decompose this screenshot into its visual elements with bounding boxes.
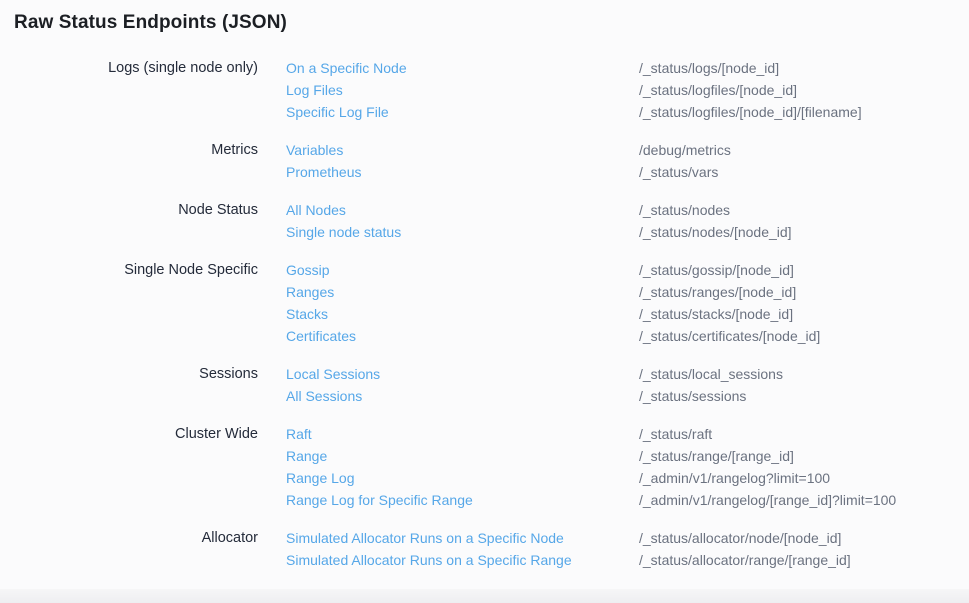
endpoint-path: /_status/ranges/[node_id]	[639, 281, 969, 303]
endpoint-row: Range Log/_admin/v1/rangelog?limit=100	[286, 467, 969, 489]
endpoint-link[interactable]: Raft	[286, 423, 639, 445]
endpoint-group: Node Status All Nodes/_status/nodesSingl…	[0, 199, 969, 243]
entry-list: Local Sessions/_status/local_sessionsAll…	[286, 363, 969, 407]
endpoint-group: Cluster Wide Raft/_status/raftRange/_sta…	[0, 423, 969, 511]
endpoint-row: Single node status/_status/nodes/[node_i…	[286, 221, 969, 243]
endpoint-groups: Logs (single node only) On a Specific No…	[0, 57, 969, 587]
endpoint-path: /_status/certificates/[node_id]	[639, 325, 969, 347]
endpoint-path: /_status/sessions	[639, 385, 969, 407]
endpoint-link[interactable]: Certificates	[286, 325, 639, 347]
endpoint-path: /_status/logs/[node_id]	[639, 57, 969, 79]
category-label: Sessions	[0, 363, 258, 407]
endpoint-group: Metrics Variables/debug/metricsPrometheu…	[0, 139, 969, 183]
entry-list: Gossip/_status/gossip/[node_id]Ranges/_s…	[286, 259, 969, 347]
endpoint-path: /_admin/v1/rangelog?limit=100	[639, 467, 969, 489]
endpoint-path: /debug/metrics	[639, 139, 969, 161]
endpoint-link[interactable]: Range Log for Specific Range	[286, 489, 639, 511]
endpoint-row: Variables/debug/metrics	[286, 139, 969, 161]
endpoint-row: Raft/_status/raft	[286, 423, 969, 445]
entry-list: Simulated Allocator Runs on a Specific N…	[286, 527, 969, 571]
endpoint-path: /_admin/v1/rangelog/[range_id]?limit=100	[639, 489, 969, 511]
endpoint-row: Range Log for Specific Range/_admin/v1/r…	[286, 489, 969, 511]
endpoint-row: Gossip/_status/gossip/[node_id]	[286, 259, 969, 281]
endpoint-link[interactable]: Local Sessions	[286, 363, 639, 385]
endpoint-path: /_status/local_sessions	[639, 363, 969, 385]
endpoint-link[interactable]: Range Log	[286, 467, 639, 489]
endpoint-link[interactable]: On a Specific Node	[286, 57, 639, 79]
category-label: Allocator	[0, 527, 258, 571]
endpoint-path: /_status/allocator/range/[range_id]	[639, 549, 969, 571]
endpoint-path: /_status/range/[range_id]	[639, 445, 969, 467]
endpoint-row: All Nodes/_status/nodes	[286, 199, 969, 221]
endpoint-row: Local Sessions/_status/local_sessions	[286, 363, 969, 385]
endpoint-path: /_status/allocator/node/[node_id]	[639, 527, 969, 549]
category-label: Logs (single node only)	[0, 57, 258, 123]
endpoint-link[interactable]: Single node status	[286, 221, 639, 243]
endpoint-link[interactable]: Prometheus	[286, 161, 639, 183]
endpoint-row: Stacks/_status/stacks/[node_id]	[286, 303, 969, 325]
endpoint-link[interactable]: Simulated Allocator Runs on a Specific N…	[286, 527, 639, 549]
category-label: Cluster Wide	[0, 423, 258, 511]
endpoint-link[interactable]: Range	[286, 445, 639, 467]
entry-list: Variables/debug/metricsPrometheus/_statu…	[286, 139, 969, 183]
endpoint-path: /_status/raft	[639, 423, 969, 445]
endpoint-path: /_status/stacks/[node_id]	[639, 303, 969, 325]
category-label: Single Node Specific	[0, 259, 258, 347]
endpoint-path: /_status/nodes	[639, 199, 969, 221]
endpoint-row: Prometheus/_status/vars	[286, 161, 969, 183]
endpoint-link[interactable]: Variables	[286, 139, 639, 161]
endpoint-path: /_status/vars	[639, 161, 969, 183]
entry-list: All Nodes/_status/nodesSingle node statu…	[286, 199, 969, 243]
endpoint-group: Allocator Simulated Allocator Runs on a …	[0, 527, 969, 571]
endpoint-row: All Sessions/_status/sessions	[286, 385, 969, 407]
category-label: Metrics	[0, 139, 258, 183]
endpoint-row: Simulated Allocator Runs on a Specific N…	[286, 527, 969, 549]
endpoint-link[interactable]: Specific Log File	[286, 101, 639, 123]
entry-list: Raft/_status/raftRange/_status/range/[ra…	[286, 423, 969, 511]
raw-status-endpoints-page: { "title": "Raw Status Endpoints (JSON)"…	[0, 0, 969, 603]
category-label: Node Status	[0, 199, 258, 243]
endpoint-row: Simulated Allocator Runs on a Specific R…	[286, 549, 969, 571]
endpoint-row: Ranges/_status/ranges/[node_id]	[286, 281, 969, 303]
endpoint-link[interactable]: Simulated Allocator Runs on a Specific R…	[286, 549, 639, 571]
endpoint-row: Range/_status/range/[range_id]	[286, 445, 969, 467]
footer-band	[0, 589, 969, 603]
endpoint-row: Certificates/_status/certificates/[node_…	[286, 325, 969, 347]
endpoint-row: On a Specific Node/_status/logs/[node_id…	[286, 57, 969, 79]
endpoint-row: Specific Log File/_status/logfiles/[node…	[286, 101, 969, 123]
endpoint-link[interactable]: All Nodes	[286, 199, 639, 221]
page-title: Raw Status Endpoints (JSON)	[14, 12, 287, 34]
endpoint-link[interactable]: Stacks	[286, 303, 639, 325]
endpoint-link[interactable]: Log Files	[286, 79, 639, 101]
endpoint-path: /_status/logfiles/[node_id]/[filename]	[639, 101, 969, 123]
endpoint-link[interactable]: Gossip	[286, 259, 639, 281]
endpoint-path: /_status/gossip/[node_id]	[639, 259, 969, 281]
endpoint-path: /_status/logfiles/[node_id]	[639, 79, 969, 101]
endpoint-group: Single Node Specific Gossip/_status/goss…	[0, 259, 969, 347]
endpoint-group: Logs (single node only) On a Specific No…	[0, 57, 969, 123]
entry-list: On a Specific Node/_status/logs/[node_id…	[286, 57, 969, 123]
endpoint-link[interactable]: All Sessions	[286, 385, 639, 407]
endpoint-link[interactable]: Ranges	[286, 281, 639, 303]
endpoint-row: Log Files/_status/logfiles/[node_id]	[286, 79, 969, 101]
endpoint-path: /_status/nodes/[node_id]	[639, 221, 969, 243]
endpoint-group: Sessions Local Sessions/_status/local_se…	[0, 363, 969, 407]
